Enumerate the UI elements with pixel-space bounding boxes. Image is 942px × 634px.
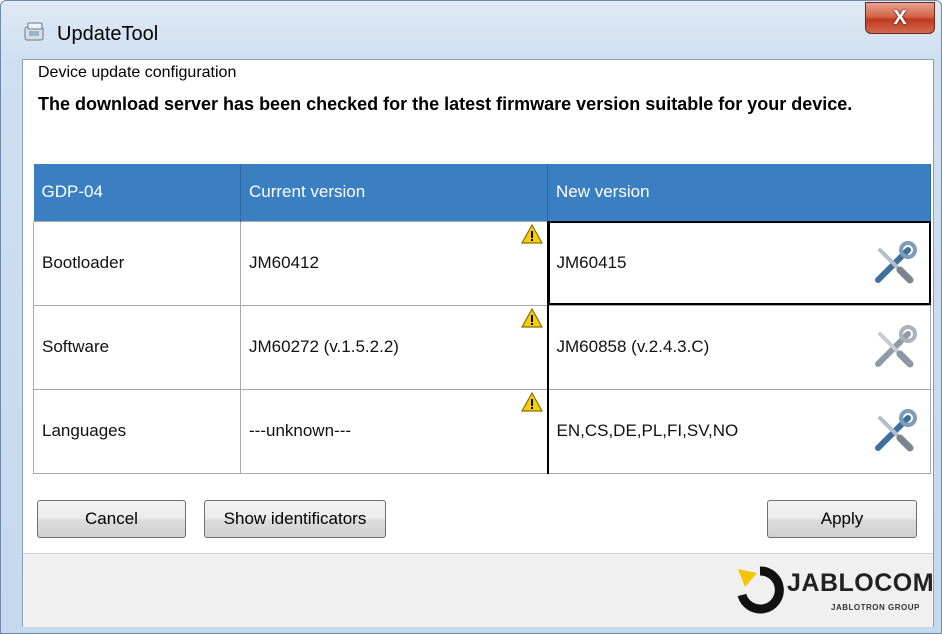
close-button[interactable]: X (865, 2, 935, 34)
wrench-screwdriver-icon[interactable] (870, 240, 918, 288)
close-icon: X (893, 6, 907, 29)
row-name-cell: Bootloader (33, 220, 241, 306)
jablocom-logo: JABLOCOM JABLOTRON GROUP (735, 561, 934, 621)
client-area: Device update configuration The download… (22, 59, 934, 627)
warning-icon (520, 391, 543, 412)
new-version-text: EN,CS,DE,PL,FI,SV,NO (556, 421, 739, 440)
warning-icon (520, 307, 543, 328)
new-version-cell[interactable]: JM60415 (546, 220, 931, 306)
status-headline: The download server has been checked for… (38, 94, 853, 114)
column-header-device: GDP-04 (33, 164, 241, 221)
window-title: UpdateTool (57, 23, 159, 45)
logo-subtitle: JABLOTRON GROUP (831, 603, 920, 612)
current-version-cell: ---unknown--- (240, 388, 548, 474)
row-name-cell: Software (33, 304, 241, 390)
table-row[interactable]: Software JM60272 (v.1.5.2.2) JM60858 (v.… (33, 304, 931, 390)
wrench-screwdriver-icon[interactable] (870, 324, 918, 372)
show-identificators-button[interactable]: Show identificators (204, 500, 386, 538)
new-version-text: JM60858 (v.2.4.3.C) (556, 337, 710, 356)
current-version-cell: JM60272 (v.1.5.2.2) (240, 304, 548, 390)
table-header-row: GDP-04 Current version New version (33, 164, 931, 221)
logo-wordmark: JABLOCOM (787, 569, 935, 597)
new-version-text: JM60415 (556, 253, 627, 272)
wrench-screwdriver-icon[interactable] (870, 408, 918, 456)
jablocom-logo-mark-icon (737, 566, 784, 614)
current-version-cell: JM60412 (240, 220, 548, 306)
table-row[interactable]: Languages ---unknown--- EN,CS,DE,PL,FI,S… (33, 388, 931, 474)
new-version-cell[interactable]: JM60858 (v.2.4.3.C) (546, 304, 931, 390)
current-version-text: ---unknown--- (249, 421, 352, 440)
cancel-button[interactable]: Cancel (37, 500, 186, 538)
row-name-cell: Languages (33, 388, 241, 474)
firmware-table: GDP-04 Current version New version Bootl… (33, 164, 931, 474)
new-version-cell[interactable]: EN,CS,DE,PL,FI,SV,NO (546, 388, 931, 474)
current-version-text: JM60272 (v.1.5.2.2) (249, 337, 399, 356)
update-tool-window: UpdateTool X Device update configuration… (0, 0, 942, 634)
table-row[interactable]: Bootloader JM60412 JM60415 (33, 220, 931, 306)
group-label: Device update configuration (38, 64, 237, 81)
title-bar[interactable]: UpdateTool X (1, 1, 941, 59)
apply-button[interactable]: Apply (767, 500, 917, 538)
current-version-text: JM60412 (249, 253, 319, 272)
updatetool-app-icon (24, 22, 44, 41)
column-header-new-version: New version (547, 164, 931, 221)
column-header-current-version: Current version (240, 164, 548, 221)
footer-bar: JABLOCOM JABLOTRON GROUP (23, 553, 934, 627)
warning-icon (520, 223, 543, 244)
